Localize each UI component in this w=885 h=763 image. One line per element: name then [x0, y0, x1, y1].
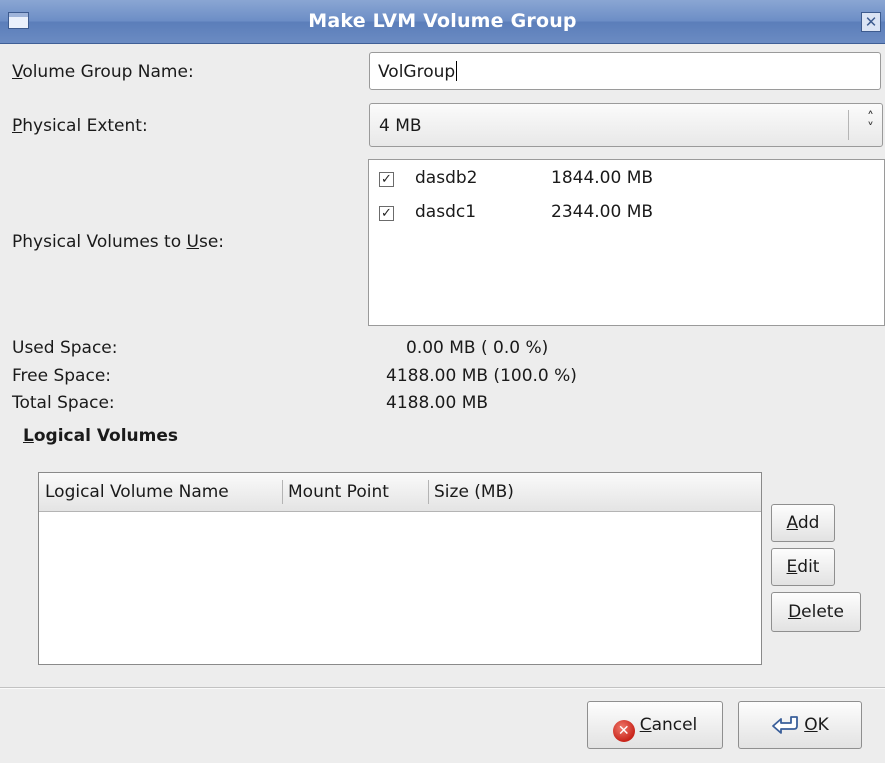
logical-volumes-table[interactable]: Logical Volume Name Mount Point Size (MB… [38, 472, 762, 665]
logical-volumes-heading: Logical Volumes [23, 426, 179, 446]
up-down-arrows-icon: ˄ ˅ [867, 110, 874, 137]
title-bar: Make LVM Volume Group ✕ [0, 0, 885, 44]
delete-button[interactable]: Delete [771, 592, 861, 632]
separator-highlight [0, 688, 885, 689]
ok-button[interactable]: OK [738, 701, 862, 749]
vg-name-input[interactable]: VolGroup [369, 52, 881, 90]
ok-icon [771, 707, 801, 753]
text-cursor [456, 61, 458, 81]
column-header-lv-name[interactable]: Logical Volume Name [39, 473, 282, 511]
pv-name: dasdc1 [415, 202, 477, 222]
total-space-value: 4188.00 MB [386, 393, 489, 413]
physical-extent-label: Physical Extent: [12, 116, 148, 136]
pv-size: 2344.00 MB [551, 202, 654, 222]
physical-volumes-list[interactable]: ✓ dasdb2 1844.00 MB ✓ dasdc1 2344.00 MB [368, 159, 885, 326]
free-space-value: 4188.00 MB (100.0 %) [386, 366, 577, 386]
physical-volumes-label: Physical Volumes to Use: [12, 232, 225, 252]
column-header-size[interactable]: Size (MB) [428, 473, 628, 511]
free-space-label: Free Space: [12, 366, 112, 386]
window-title: Make LVM Volume Group [308, 10, 577, 32]
physical-extent-value: 4 MB [379, 116, 422, 136]
total-space-label: Total Space: [12, 393, 115, 413]
used-space-value: 0.00 MB ( 0.0 %) [406, 338, 549, 358]
cancel-button[interactable]: ✕ Cancel [587, 701, 723, 749]
vg-name-value: VolGroup [378, 62, 456, 82]
pv-checkbox[interactable]: ✓ [379, 172, 394, 187]
used-space-label: Used Space: [12, 338, 118, 358]
vg-name-label: Volume Group Name: [12, 62, 194, 82]
pv-name: dasdb2 [415, 168, 478, 188]
pv-size: 1844.00 MB [551, 168, 654, 188]
combo-divider [848, 110, 849, 140]
cancel-icon: ✕ [612, 720, 635, 742]
edit-button[interactable]: Edit [771, 548, 835, 586]
physical-extent-select[interactable]: 4 MB ˄ ˅ [369, 103, 883, 147]
add-button[interactable]: Add [771, 504, 835, 542]
pv-checkbox[interactable]: ✓ [379, 206, 394, 221]
table-header: Logical Volume Name Mount Point Size (MB… [39, 473, 761, 512]
column-header-mount-point[interactable]: Mount Point [282, 473, 428, 511]
close-icon[interactable]: ✕ [861, 12, 881, 32]
